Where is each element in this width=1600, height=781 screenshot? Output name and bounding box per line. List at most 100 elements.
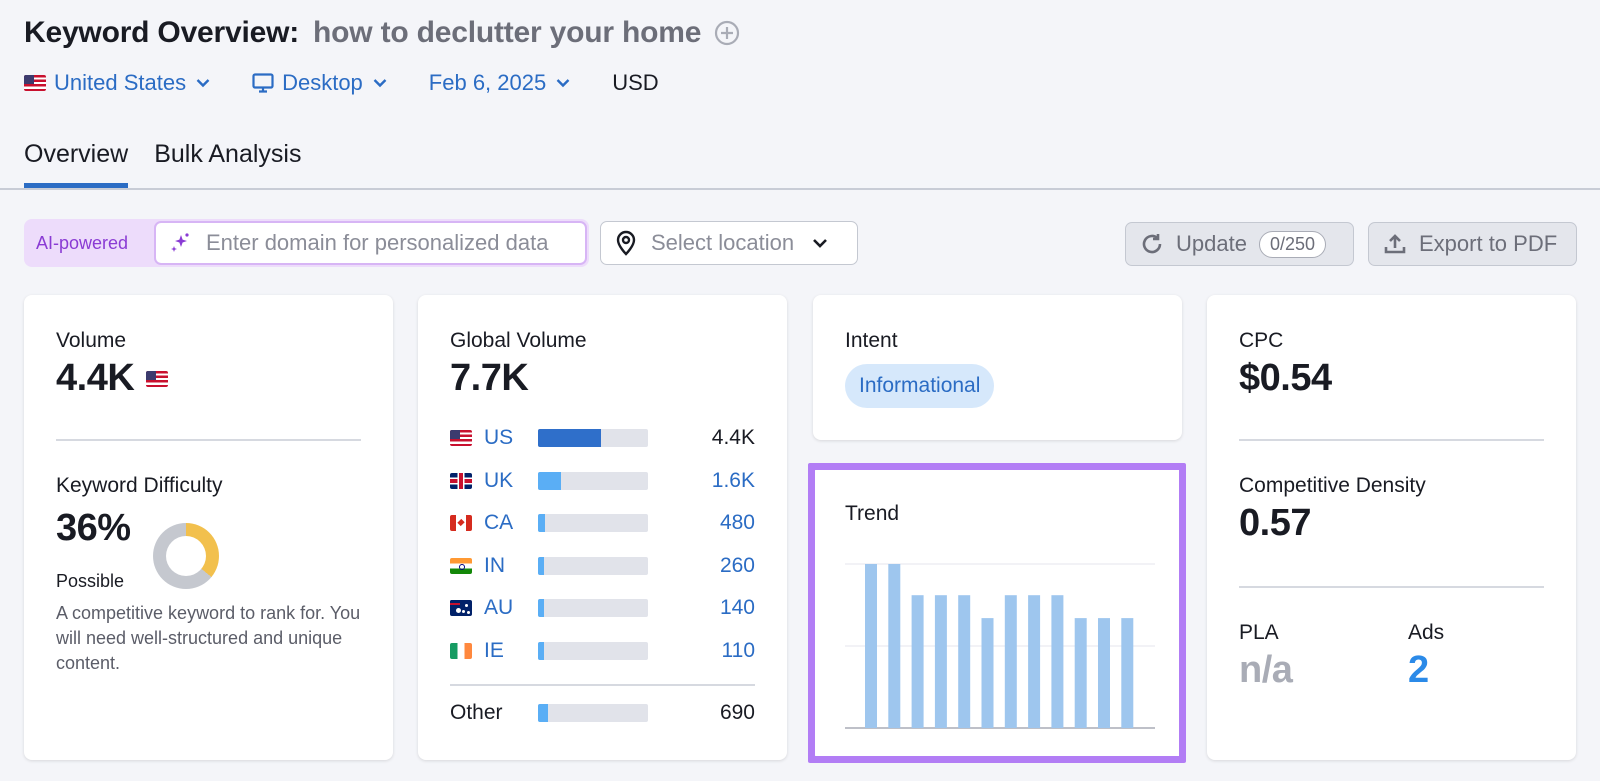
competitive-density-label: Competitive Density (1239, 474, 1426, 497)
country-volume-bar-fill (538, 642, 544, 660)
cpc-value: $0.54 (1239, 357, 1332, 399)
country-volume-value[interactable]: 110 (722, 639, 755, 663)
location-select[interactable]: Select location (600, 221, 858, 265)
trend-bar[interactable] (888, 564, 901, 728)
country-row[interactable]: UK 1.6K (450, 468, 755, 494)
country-code[interactable]: IE (484, 639, 504, 663)
other-volume-bar-fill (538, 704, 548, 722)
country-volume-bar (538, 599, 648, 617)
location-pin-icon (616, 230, 636, 256)
page-title: Keyword Overview: (24, 16, 300, 49)
device-filter[interactable]: Desktop (252, 70, 387, 96)
country-code[interactable]: AU (484, 596, 513, 620)
trend-bar[interactable] (1121, 618, 1134, 728)
sparkle-icon (171, 233, 189, 252)
trend-bar[interactable] (1028, 595, 1041, 728)
domain-input[interactable]: Enter domain for personalized data (154, 221, 587, 265)
country-volume-bar-fill (538, 472, 561, 490)
country-volume-value[interactable]: 140 (720, 596, 755, 620)
upload-icon (1384, 234, 1406, 254)
kd-label: Keyword Difficulty (56, 474, 223, 497)
divider (1239, 439, 1544, 441)
kd-description: A competitive keyword to rank for. You w… (56, 603, 361, 673)
currency-label: USD (612, 70, 659, 95)
country-volume-bar (538, 472, 648, 490)
trend-bar[interactable] (1098, 618, 1110, 728)
other-label: Other (450, 701, 503, 724)
country-row-other: Other 690 (450, 700, 755, 726)
kd-donut-chart (153, 523, 219, 589)
other-value: 690 (719, 701, 755, 724)
country-code[interactable]: US (484, 426, 513, 450)
ads-label: Ads (1408, 621, 1445, 644)
pla-label: PLA (1239, 621, 1279, 644)
us-flag-icon (146, 370, 169, 387)
tab-bar: Overview Bulk Analysis (24, 140, 327, 188)
competitive-density-value: 0.57 (1239, 502, 1311, 544)
chevron-down-icon (813, 239, 828, 248)
kd-value: 36% (56, 507, 131, 549)
trend-bar[interactable] (981, 618, 994, 728)
country-volume-bar-fill (538, 557, 544, 575)
date-filter[interactable]: Feb 6, 2025 (429, 70, 570, 96)
au-flag-icon (450, 600, 472, 616)
country-code[interactable]: CA (484, 511, 513, 535)
refresh-icon (1142, 234, 1162, 254)
us-flag-icon (24, 75, 46, 91)
ai-domain-search: AI-powered Enter domain for personalized… (24, 219, 589, 267)
divider (450, 684, 755, 686)
global-volume-label: Global Volume (450, 329, 587, 352)
ai-powered-badge: AI-powered (36, 232, 129, 253)
country-row[interactable]: IN 260 (450, 553, 755, 579)
uk-flag-icon (450, 473, 472, 489)
country-code[interactable]: IN (484, 554, 505, 578)
country-volume-value[interactable]: 480 (720, 511, 755, 535)
trend-bar[interactable] (1051, 595, 1064, 728)
other-volume-bar (538, 704, 648, 722)
tab-overview[interactable]: Overview (24, 140, 129, 188)
trend-bar[interactable] (911, 595, 924, 728)
trend-bar[interactable] (1074, 618, 1087, 728)
trend-bar[interactable] (958, 595, 971, 728)
ie-flag-icon (450, 643, 472, 659)
cpc-card: CPC $0.54 Competitive Density 0.57 PLA n… (1207, 295, 1576, 760)
page-header: Keyword Overview: how to declutter your … (24, 16, 741, 50)
country-code[interactable]: UK (484, 469, 513, 493)
global-volume-value: 7.7K (450, 357, 529, 399)
intent-badge[interactable]: Informational (845, 364, 995, 408)
cpc-label: CPC (1239, 329, 1284, 352)
divider (1239, 586, 1544, 588)
export-pdf-button[interactable]: Export to PDF (1368, 222, 1577, 266)
trend-chart (845, 563, 1155, 729)
trend-bar[interactable] (1004, 595, 1017, 728)
update-label: Update (1176, 231, 1247, 256)
pla-value: n/a (1239, 649, 1293, 691)
update-button[interactable]: Update 0/250 (1125, 222, 1354, 266)
filter-bar: United States Desktop Feb 6, 2025 USD (24, 70, 701, 96)
country-volume-value[interactable]: 1.6K (712, 469, 755, 493)
country-label: United States (54, 70, 187, 95)
country-filter[interactable]: United States (24, 70, 210, 96)
country-row[interactable]: AU 140 (450, 595, 755, 621)
country-volume-bar (538, 429, 648, 447)
tab-bulk-analysis[interactable]: Bulk Analysis (154, 140, 301, 188)
keyword-title: how to declutter your home (313, 16, 702, 49)
trend-bar[interactable] (865, 564, 877, 728)
volume-card: Volume 4.4K Keyword Difficulty 36% Possi… (24, 295, 393, 760)
trend-card: Trend (813, 468, 1182, 758)
country-volume-bar (538, 557, 648, 575)
country-row[interactable]: US 4.4K (450, 425, 755, 451)
trend-bar[interactable] (934, 595, 947, 728)
volume-label: Volume (56, 329, 127, 352)
country-volume-bar-fill (538, 599, 544, 617)
country-row[interactable]: IE 110 (450, 638, 755, 664)
kd-rating: Possible (56, 571, 125, 591)
ads-value[interactable]: 2 (1408, 649, 1429, 692)
country-volume-value[interactable]: 260 (720, 554, 755, 578)
country-volume-bar (538, 514, 648, 532)
country-row[interactable]: CA 480 (450, 510, 755, 536)
country-volume-bar (538, 642, 648, 660)
add-to-list-icon[interactable] (713, 19, 741, 47)
country-volume-value[interactable]: 4.4K (712, 426, 755, 450)
in-flag-icon (450, 558, 472, 574)
